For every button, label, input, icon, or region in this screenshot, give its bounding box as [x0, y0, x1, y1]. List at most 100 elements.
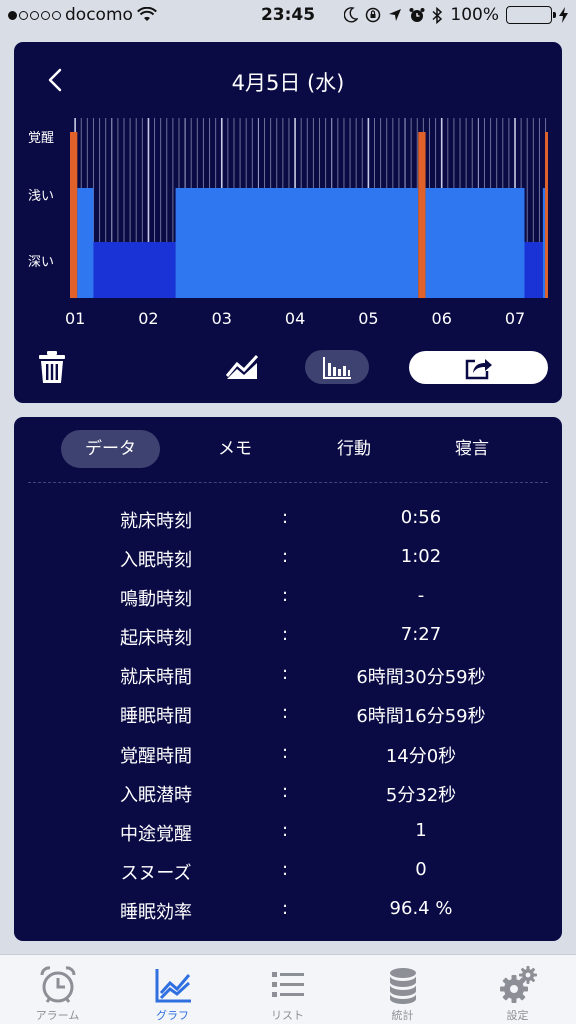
stat-colon: :	[282, 741, 289, 763]
stat-label: 就床時刻	[120, 511, 192, 532]
stat-row: 睡眠効率: 96.4 %	[14, 890, 562, 929]
sleep-segment	[418, 132, 426, 298]
tabbar-alarm[interactable]: アラーム	[0, 961, 115, 1023]
stat-colon: :	[282, 780, 289, 802]
lock-rotation-icon	[366, 7, 381, 23]
stat-value: 0	[415, 858, 427, 880]
stat-label: 入眠潜時	[120, 784, 192, 806]
stat-label: 覚醒時間	[120, 745, 192, 767]
stat-value: -	[417, 585, 425, 607]
tab-memo[interactable]: メモ	[195, 430, 275, 468]
stat-row: 入眠潜時: 5分32秒	[14, 773, 562, 812]
stat-row: 覚醒時間: 14分0秒	[14, 734, 562, 773]
stat-row: 中途覚醒: 1	[14, 812, 562, 851]
stat-row: 鳴動時刻: -	[14, 577, 562, 616]
stat-label: 就床時間	[120, 667, 192, 689]
stat-row: スヌーズ: 0	[14, 851, 562, 890]
stat-value: 1	[415, 819, 427, 841]
stat-value: 5分32秒	[385, 784, 457, 806]
battery-icon	[506, 6, 556, 24]
moon-icon	[344, 7, 359, 23]
tab-action[interactable]: 行動	[314, 430, 394, 468]
x-axis-tick-label: 05	[358, 309, 378, 328]
stat-value: 0:56	[400, 507, 442, 528]
stat-colon: :	[282, 819, 289, 841]
alarm-clock-icon	[409, 8, 425, 22]
chart-date-title: 4月5日 (水)	[231, 71, 345, 95]
y-axis-label: 覚醒	[28, 131, 54, 146]
tab-sleep-talk[interactable]: 寝言	[432, 430, 512, 468]
tabbar-settings-label: 設定	[506, 1009, 529, 1022]
line-chart-icon	[155, 969, 191, 1003]
stat-value: 7:27	[400, 624, 442, 646]
tab-bar: アラーム グラフ リスト 統計 設定	[0, 954, 576, 1024]
charging-bolt-icon	[559, 7, 568, 23]
stat-value: 6時間16分59秒	[356, 706, 486, 728]
tabbar-stats-label: 統計	[391, 1009, 414, 1022]
chart-y-labels: 覚醒浅い深い	[28, 131, 54, 270]
stat-label: 入眠時刻	[120, 550, 192, 572]
stat-value: 96.4 %	[389, 897, 453, 919]
tabbar-graph[interactable]: グラフ	[115, 961, 230, 1023]
tabbar-settings[interactable]: 設定	[460, 961, 575, 1023]
status-right: 100%	[344, 5, 568, 25]
sleep-segment	[524, 242, 543, 298]
chart-x-labels: 01 02 03 04 05 06 07	[65, 309, 525, 328]
stat-label: 鳴動時刻	[120, 589, 192, 611]
x-axis-tick-label: 07	[505, 309, 525, 328]
detail-tabs: データ メモ 行動 寝言	[14, 430, 562, 470]
stat-value: 6時間30分59秒	[356, 667, 486, 689]
sleep-segment	[77, 188, 94, 298]
bluetooth-icon	[432, 6, 443, 24]
sleep-segment	[175, 188, 419, 298]
tabbar-list-label: リスト	[271, 1009, 304, 1022]
tabbar-list[interactable]: リスト	[230, 961, 345, 1023]
share-button[interactable]	[409, 351, 548, 384]
sleep-chart-card: 4月5日 (水) 覚醒 浅い 深い 01 02 03 04 05 06 07	[14, 42, 562, 403]
stat-row: 入眠時刻: 1:02	[14, 538, 562, 577]
gear-icon	[499, 966, 537, 1003]
stat-row: 就床時間: 6時間30分59秒	[14, 655, 562, 694]
stat-row: 睡眠時間: 6時間16分59秒	[14, 694, 562, 733]
stat-label: 睡眠時間	[120, 706, 192, 728]
stat-colon: :	[282, 624, 289, 646]
bar-chart-icon	[323, 357, 351, 379]
alarm-clock-icon	[39, 966, 76, 1003]
stat-label: 睡眠効率	[120, 901, 192, 923]
share-icon	[465, 358, 492, 379]
stat-value: 1:02	[400, 546, 442, 568]
sleep-segment	[542, 188, 546, 298]
tabbar-stats[interactable]: 統計	[345, 961, 460, 1023]
list-icon	[271, 972, 304, 997]
battery-percent: 100%	[450, 5, 499, 25]
tab-data[interactable]: データ	[61, 430, 160, 468]
bar-view-button[interactable]	[305, 350, 369, 384]
x-axis-tick-label: 04	[285, 309, 305, 328]
sleep-segment	[545, 132, 548, 298]
stat-row: 起床時刻: 7:27	[14, 616, 562, 655]
stat-colon: :	[282, 507, 289, 528]
x-axis-tick-label: 02	[138, 309, 158, 328]
sleep-stage-chart: 覚醒浅い深い 01 02 03 04 05 06 07	[28, 118, 548, 328]
stat-colon: :	[282, 897, 289, 919]
x-axis-tick-label: 01	[65, 309, 85, 328]
database-icon	[389, 968, 416, 1004]
line-chart-icon[interactable]	[225, 352, 259, 380]
stat-label: スヌーズ	[120, 862, 192, 884]
stat-colon: :	[282, 858, 289, 880]
stats-table: 就床時刻: 0:56 入眠時刻: 1:02 鳴動時刻: - 起床時刻: 7:27 就床時間: 6時…	[14, 499, 562, 929]
status-bar: docomo 23:45 100%	[0, 0, 576, 30]
stat-label: 中途覚醒	[120, 823, 192, 845]
stat-colon: :	[282, 585, 289, 607]
x-axis-tick-label: 03	[212, 309, 232, 328]
sleep-segment	[70, 132, 78, 298]
stat-colon: :	[282, 702, 289, 724]
y-axis-label: 浅い	[28, 189, 54, 204]
trash-icon[interactable]	[38, 350, 66, 384]
tabbar-alarm-label: アラーム	[35, 1009, 80, 1022]
stat-label: 起床時刻	[120, 628, 192, 650]
sleep-segment	[425, 188, 525, 298]
sleep-segment	[93, 242, 176, 298]
chart-segments	[70, 132, 548, 298]
sleep-data-card: データ メモ 行動 寝言 就床時刻: 0:56 入眠時刻: 1:02 鳴動時刻: - 起床時…	[14, 417, 562, 941]
